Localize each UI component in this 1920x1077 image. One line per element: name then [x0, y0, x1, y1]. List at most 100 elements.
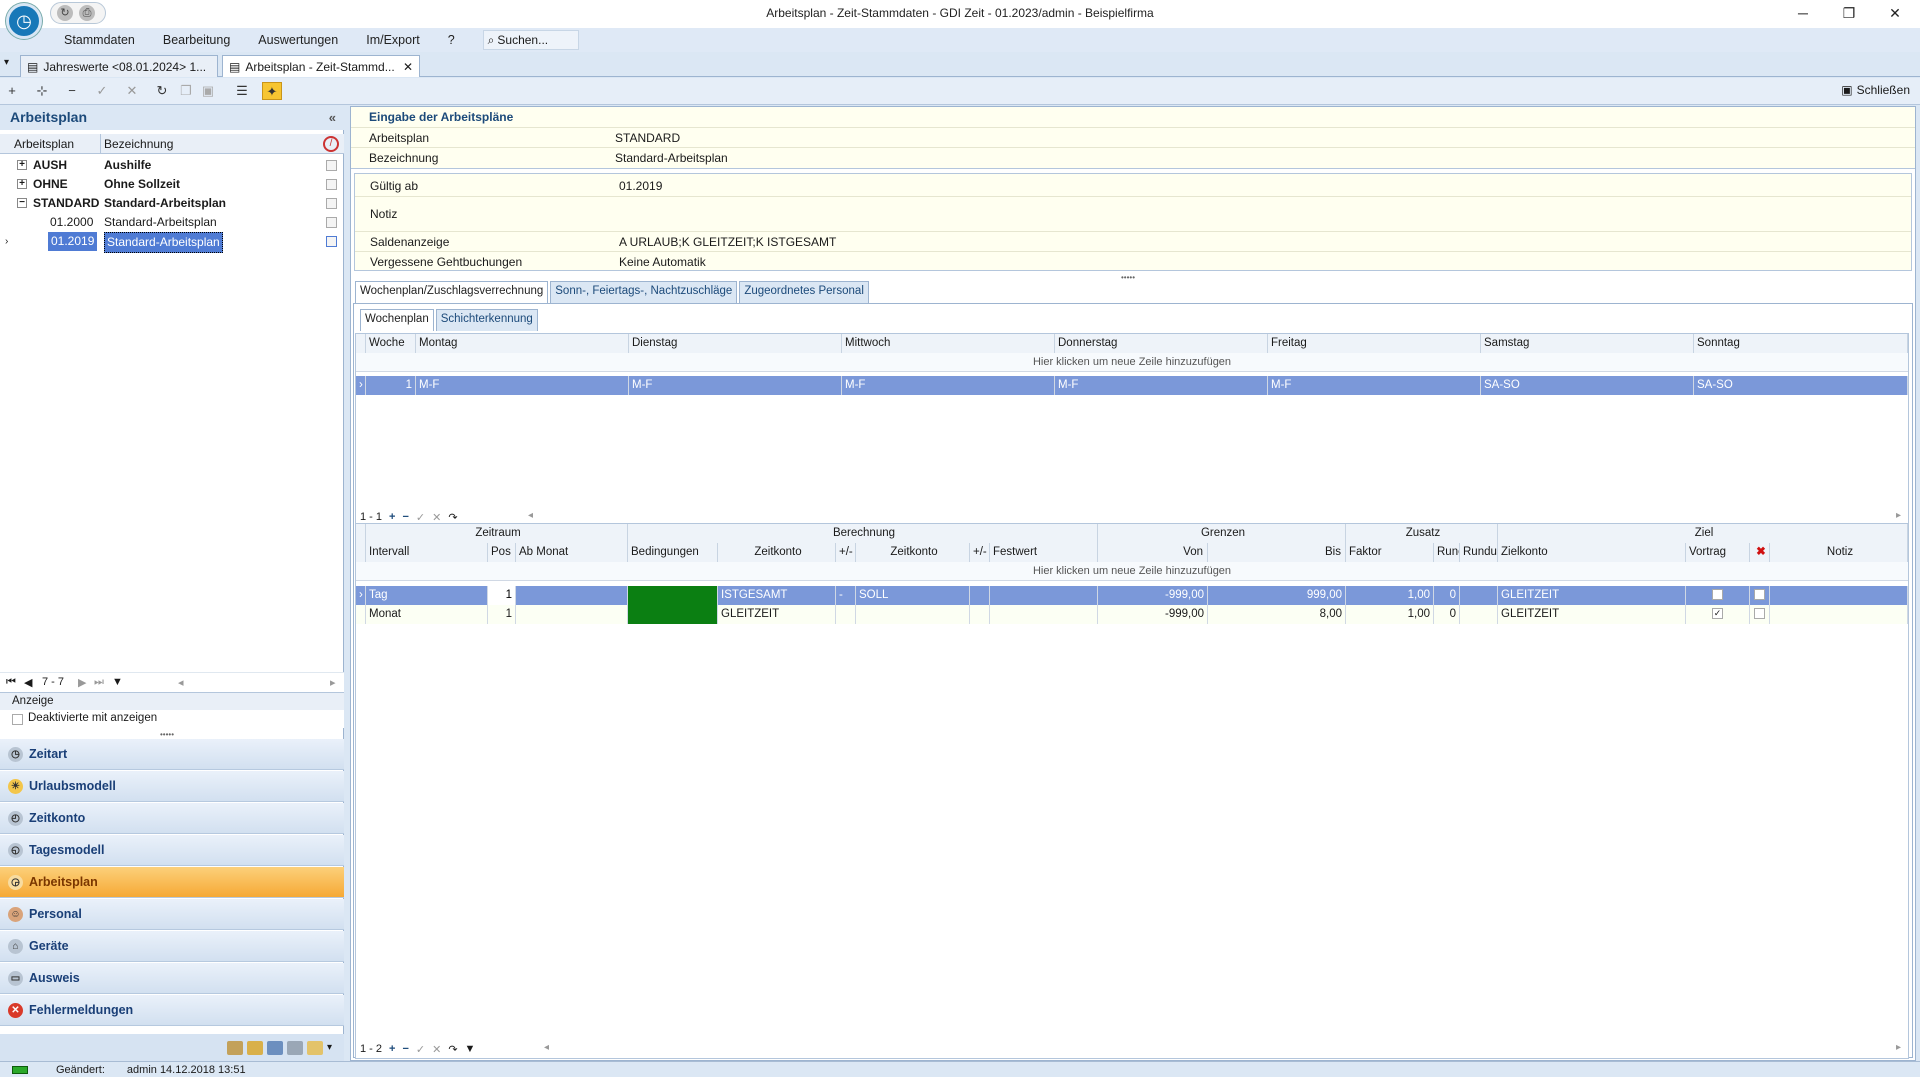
col-samstag[interactable]: Samstag: [1481, 334, 1694, 353]
cell-faktor[interactable]: 1,00: [1346, 586, 1434, 605]
chevron-down-icon[interactable]: ▾: [327, 1042, 332, 1053]
cell-zeitkonto-2[interactable]: SOLL: [856, 586, 970, 605]
col-bedingungen[interactable]: Bedingungen: [628, 543, 718, 562]
row-checkbox[interactable]: [326, 160, 337, 171]
table-row[interactable]: › 1 M-F M-F M-F M-F M-F SA-SO SA-SO: [356, 376, 1908, 395]
globe-icon[interactable]: [266, 1040, 283, 1055]
cell-rundung-2[interactable]: [1460, 605, 1498, 624]
cell-zielkonto[interactable]: GLEITZEIT: [1498, 586, 1686, 605]
last-record-icon[interactable]: ⏭: [94, 676, 104, 689]
confirm-icon[interactable]: ✓: [416, 511, 425, 524]
menu-auswertungen[interactable]: Auswertungen: [258, 33, 338, 47]
book-icon[interactable]: [246, 1040, 263, 1055]
cell-montag[interactable]: M-F: [416, 376, 629, 395]
cell-sonntag[interactable]: SA-SO: [1694, 376, 1908, 395]
deaktivierte-checkbox[interactable]: [12, 714, 23, 725]
col-festwert[interactable]: Festwert: [990, 543, 1098, 562]
cell-vortrag[interactable]: [1686, 586, 1750, 605]
col-zeitkonto[interactable]: Zeitkonto: [718, 543, 836, 562]
cell-woche[interactable]: 1: [366, 376, 416, 395]
cell-vortrag[interactable]: ✓: [1686, 605, 1750, 624]
add-icon[interactable]: +: [2, 82, 22, 100]
col-ab-monat[interactable]: Ab Monat: [516, 543, 628, 562]
vortrag-checkbox[interactable]: [1712, 589, 1723, 601]
col-dienstag[interactable]: Dienstag: [629, 334, 842, 353]
scroll-right-icon[interactable]: ▸: [330, 676, 336, 689]
scroll-right-icon[interactable]: ▸: [1896, 1042, 1901, 1053]
saldo-field[interactable]: A URLAUB;K GLEITZEIT;K ISTGESAMT: [619, 235, 836, 249]
tab-jahreswerte[interactable]: ▤ Jahreswerte <08.01.2024> 1...: [20, 55, 218, 77]
col-intervall[interactable]: Intervall: [366, 543, 488, 562]
folder-icon[interactable]: [306, 1040, 323, 1055]
delete-checkbox[interactable]: [1754, 589, 1765, 601]
cell-delete[interactable]: [1750, 586, 1770, 605]
cell-ab-monat[interactable]: [516, 586, 628, 605]
column-bezeichnung[interactable]: Bezeichnung: [104, 137, 173, 151]
col-plus-minus[interactable]: +/-: [836, 543, 856, 562]
nav-zeitkonto[interactable]: ◴ Zeitkonto: [0, 803, 344, 834]
cancel-icon[interactable]: ✕: [432, 1043, 441, 1056]
nav-arbeitsplan[interactable]: ◶ Arbeitsplan: [0, 867, 344, 898]
cell-plus-minus-2[interactable]: [970, 586, 990, 605]
table-row[interactable]: › Tag 1 ISTGESAMT - SOLL -999,00 999,00 …: [356, 586, 1908, 605]
col-von[interactable]: Von: [1098, 543, 1208, 562]
menu-stammdaten[interactable]: Stammdaten: [64, 33, 135, 47]
bezeichnung-field[interactable]: Standard-Arbeitsplan: [615, 151, 728, 165]
col-woche[interactable]: Woche: [366, 334, 416, 353]
filter-icon[interactable]: ▼: [465, 1043, 476, 1055]
menu-bearbeitung[interactable]: Bearbeitung: [163, 33, 230, 47]
row-checkbox[interactable]: [326, 236, 337, 247]
cell-bis[interactable]: 8,00: [1208, 605, 1346, 624]
nav-geraete[interactable]: ⌂ Geräte: [0, 931, 344, 962]
refresh-icon[interactable]: ↻: [57, 5, 73, 21]
tab-zugeordnetes-personal[interactable]: Zugeordnetes Personal: [739, 281, 869, 303]
row-checkbox[interactable]: [326, 217, 337, 228]
collapse-node-icon[interactable]: −: [17, 198, 27, 208]
cell-pos[interactable]: 1: [488, 586, 516, 605]
close-window-icon[interactable]: ✕: [1872, 0, 1918, 26]
arbeitsplan-field[interactable]: STANDARD: [615, 131, 680, 145]
first-record-icon[interactable]: ⏮: [6, 676, 16, 689]
cell-von[interactable]: -999,00: [1098, 586, 1208, 605]
nav-personal[interactable]: ☺ Personal: [0, 899, 344, 930]
table-row[interactable]: Monat 1 GLEITZEIT -999,00 8,00 1,00 0 GL…: [356, 605, 1908, 624]
reload-icon[interactable]: ↻: [152, 82, 172, 100]
col-bis[interactable]: Bis: [1208, 543, 1346, 562]
add-row-calc[interactable]: Hier klicken um neue Zeile hinzuzufügen: [356, 562, 1908, 581]
tree-row[interactable]: 01.2000 Standard-Arbeitsplan: [0, 213, 344, 232]
cell-intervall[interactable]: Monat: [366, 605, 488, 624]
tree-row[interactable]: + OHNE Ohne Sollzeit: [0, 175, 344, 194]
tab-wochenplan[interactable]: Wochenplan: [360, 309, 434, 331]
lightbulb-icon[interactable]: ✦: [262, 82, 282, 100]
cell-plus-minus[interactable]: -: [836, 586, 856, 605]
prev-record-icon[interactable]: ◀: [24, 676, 32, 689]
splitter-grip[interactable]: •••••: [160, 730, 174, 739]
vortrag-checked-icon[interactable]: ✓: [1712, 608, 1723, 620]
col-zeitkonto-2[interactable]: Zeitkonto: [856, 543, 970, 562]
gueltig-field[interactable]: 01.2019: [619, 179, 662, 193]
cell-delete[interactable]: [1750, 605, 1770, 624]
cell-freitag[interactable]: M-F: [1268, 376, 1481, 395]
col-vortrag[interactable]: Vortrag: [1686, 543, 1750, 562]
cell-mittwoch[interactable]: M-F: [842, 376, 1055, 395]
cell-faktor[interactable]: 1,00: [1346, 605, 1434, 624]
notiz-field[interactable]: [619, 200, 1899, 230]
cell-zielkonto[interactable]: GLEITZEIT: [1498, 605, 1686, 624]
col-rundung-2[interactable]: Rundur: [1460, 543, 1498, 562]
nav-urlaubsmodell[interactable]: ☀ Urlaubsmodell: [0, 771, 344, 802]
confirm-icon[interactable]: ✓: [416, 1043, 425, 1056]
cell-bedingungen[interactable]: [628, 586, 718, 605]
filter-icon[interactable]: ▼: [112, 676, 123, 688]
cell-notiz[interactable]: [1770, 605, 1908, 624]
add-icon[interactable]: +: [389, 511, 395, 523]
cell-rundung[interactable]: 0: [1434, 605, 1460, 624]
cell-rundung-2[interactable]: [1460, 586, 1498, 605]
cell-festwert[interactable]: [990, 586, 1098, 605]
scroll-left-icon[interactable]: ◂: [178, 676, 184, 689]
delete-column-icon[interactable]: ✖: [1750, 543, 1770, 562]
splitter-grip[interactable]: •••••: [1121, 273, 1135, 282]
cell-bis[interactable]: 999,00: [1208, 586, 1346, 605]
close-tab-icon[interactable]: ✕: [403, 60, 413, 74]
tree-row-selected[interactable]: › 01.2019 Standard-Arbeitsplan: [0, 232, 344, 253]
cell-festwert[interactable]: [990, 605, 1098, 624]
